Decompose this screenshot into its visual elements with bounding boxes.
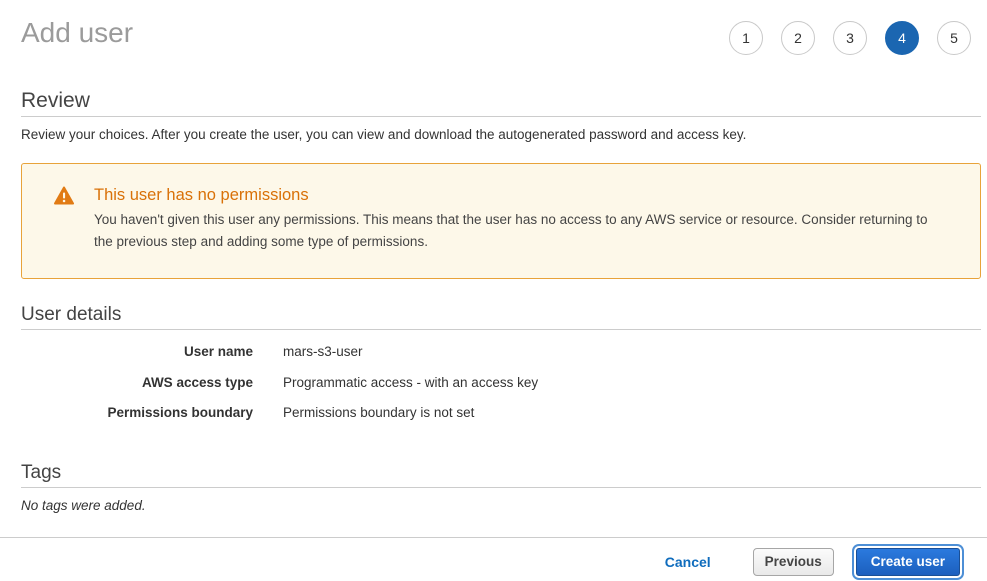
step-circle-3[interactable]: 3 bbox=[833, 21, 867, 55]
warning-triangle-icon bbox=[54, 184, 94, 253]
wizard-footer: Cancel Previous Create user bbox=[0, 538, 987, 576]
user-details-heading: User details bbox=[21, 303, 981, 327]
review-description: Review your choices. After you create th… bbox=[21, 127, 981, 143]
page-title: Add user bbox=[21, 16, 133, 50]
step-circle-2[interactable]: 2 bbox=[781, 21, 815, 55]
wizard-header: Add user 1 2 3 4 5 bbox=[0, 0, 987, 55]
detail-label-access-type: AWS access type bbox=[21, 368, 253, 399]
warning-text-block: This user has no permissions You haven't… bbox=[94, 184, 944, 253]
wizard-step-indicator: 1 2 3 4 5 bbox=[729, 21, 971, 55]
detail-value-permissions-boundary: Permissions boundary is not set bbox=[283, 398, 981, 429]
previous-button[interactable]: Previous bbox=[753, 548, 834, 576]
detail-label-permissions-boundary: Permissions boundary bbox=[21, 398, 253, 429]
review-heading: Review bbox=[21, 88, 981, 114]
detail-label-user-name: User name bbox=[21, 337, 253, 368]
step-circle-1[interactable]: 1 bbox=[729, 21, 763, 55]
detail-value-access-type: Programmatic access - with an access key bbox=[283, 368, 981, 399]
detail-value-user-name: mars-s3-user bbox=[283, 337, 981, 368]
warning-body: You haven't given this user any permissi… bbox=[94, 209, 944, 253]
warning-title: This user has no permissions bbox=[94, 184, 944, 206]
user-details-table: User name mars-s3-user AWS access type P… bbox=[21, 337, 981, 429]
step-circle-5[interactable]: 5 bbox=[937, 21, 971, 55]
step-circle-4[interactable]: 4 bbox=[885, 21, 919, 55]
tags-heading: Tags bbox=[21, 461, 981, 485]
divider bbox=[21, 329, 981, 330]
main-content: Review Review your choices. After you cr… bbox=[0, 88, 987, 514]
no-permissions-warning-banner: This user has no permissions You haven't… bbox=[21, 163, 981, 279]
divider bbox=[21, 487, 981, 488]
tags-empty-text: No tags were added. bbox=[21, 498, 981, 514]
cancel-link[interactable]: Cancel bbox=[665, 554, 711, 570]
divider bbox=[21, 116, 981, 117]
create-user-button[interactable]: Create user bbox=[856, 548, 960, 576]
